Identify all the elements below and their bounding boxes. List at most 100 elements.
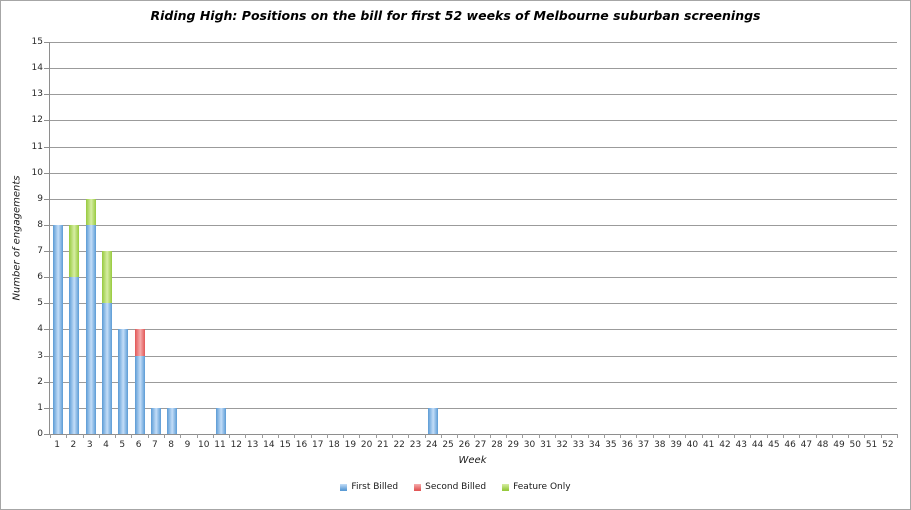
y-tick-label: 4 [37,324,43,335]
y-tick [44,68,49,70]
x-tick [343,434,345,438]
y-tick [44,407,49,409]
legend-label: First Billed [351,482,399,492]
y-tick-label: 1 [37,402,43,413]
y-tick-label: 3 [37,350,43,361]
x-tick [50,434,51,438]
y-tick [44,120,49,122]
bar-segment [85,198,96,225]
x-tick [571,434,573,438]
x-tick [522,434,524,438]
x-tick [164,434,166,438]
x-tick [278,434,280,438]
x-tick [326,434,328,438]
y-tick [44,42,49,43]
gridline [50,94,897,96]
y-tick-label: 2 [37,376,43,387]
x-tick [848,434,850,438]
gridline [50,198,897,200]
y-tick-label: 10 [31,167,43,178]
x-tick [554,434,556,438]
x-tick [685,434,687,438]
bar-segment [134,329,145,356]
x-axis-title: Week [458,455,487,466]
gridline [50,303,897,305]
x-tick [897,434,898,438]
gridline [50,42,897,43]
y-tick-label: 8 [37,219,43,230]
chart-canvas: Riding High: Positions on the bill for f… [0,0,911,510]
y-tick [44,198,49,200]
y-tick [44,172,49,174]
x-tick [489,434,491,438]
y-tick-label: 7 [37,246,43,257]
y-tick-label: 0 [37,429,43,439]
x-tick [82,434,84,438]
x-tick [408,434,410,438]
y-tick [44,94,49,96]
x-tick [245,434,247,438]
y-tick-label: 13 [31,89,43,100]
gridline [50,172,897,174]
gridline [50,120,897,122]
bar-segment [85,224,96,434]
gridline [50,224,897,226]
y-tick [44,355,49,357]
legend-item: First Billed [340,482,398,492]
legend-label: Feature Only [513,482,571,492]
x-tick [506,434,508,438]
gridline [50,329,897,331]
x-tick [294,434,296,438]
x-tick [180,434,182,438]
bar-segment [150,407,161,434]
x-tick [782,434,784,438]
x-tick [799,434,801,438]
x-tick [131,434,133,438]
x-tick [701,434,703,438]
gridline [50,355,897,357]
y-tick-label: 11 [31,141,43,152]
y-tick-label: 15 [31,37,43,47]
x-tick [147,434,149,438]
y-tick [44,303,49,305]
plot-area [44,42,898,438]
bar-segment [167,407,178,434]
gridline [50,68,897,70]
y-tick [44,329,49,331]
chart-title: Riding High: Positions on the bill for f… [150,8,761,23]
bar-segment [69,224,80,278]
gridline [50,277,897,279]
y-tick-label: 12 [31,115,43,126]
x-tick [636,434,638,438]
legend-item: Feature Only [502,482,571,492]
x-tick [766,434,768,438]
bar-segment [118,329,129,434]
x-tick [717,434,719,438]
x-tick [261,434,263,438]
x-tick [310,434,312,438]
y-tick [44,381,49,383]
x-tick [538,434,540,438]
x-tick [668,434,670,438]
x-tick [831,434,833,438]
y-tick [44,146,49,148]
legend-marker-icon [340,483,348,491]
y-tick [44,224,49,226]
y-tick-label: 6 [37,272,43,283]
x-tick [375,434,377,438]
bar-segment [102,251,112,304]
x-tick [115,434,117,438]
x-tick [359,434,361,438]
bar-segment [53,224,64,434]
gridline [50,146,897,148]
x-tick [750,434,752,438]
x-tick [229,434,231,438]
x-tick [196,434,198,438]
x-tick [98,434,100,438]
gridline [50,251,897,253]
x-tick [66,434,68,438]
bar-segment [216,407,227,434]
x-tick-label: 52 [882,440,894,450]
legend: First Billed Second Billed Feature Only [1,482,910,492]
x-tick [815,434,817,438]
